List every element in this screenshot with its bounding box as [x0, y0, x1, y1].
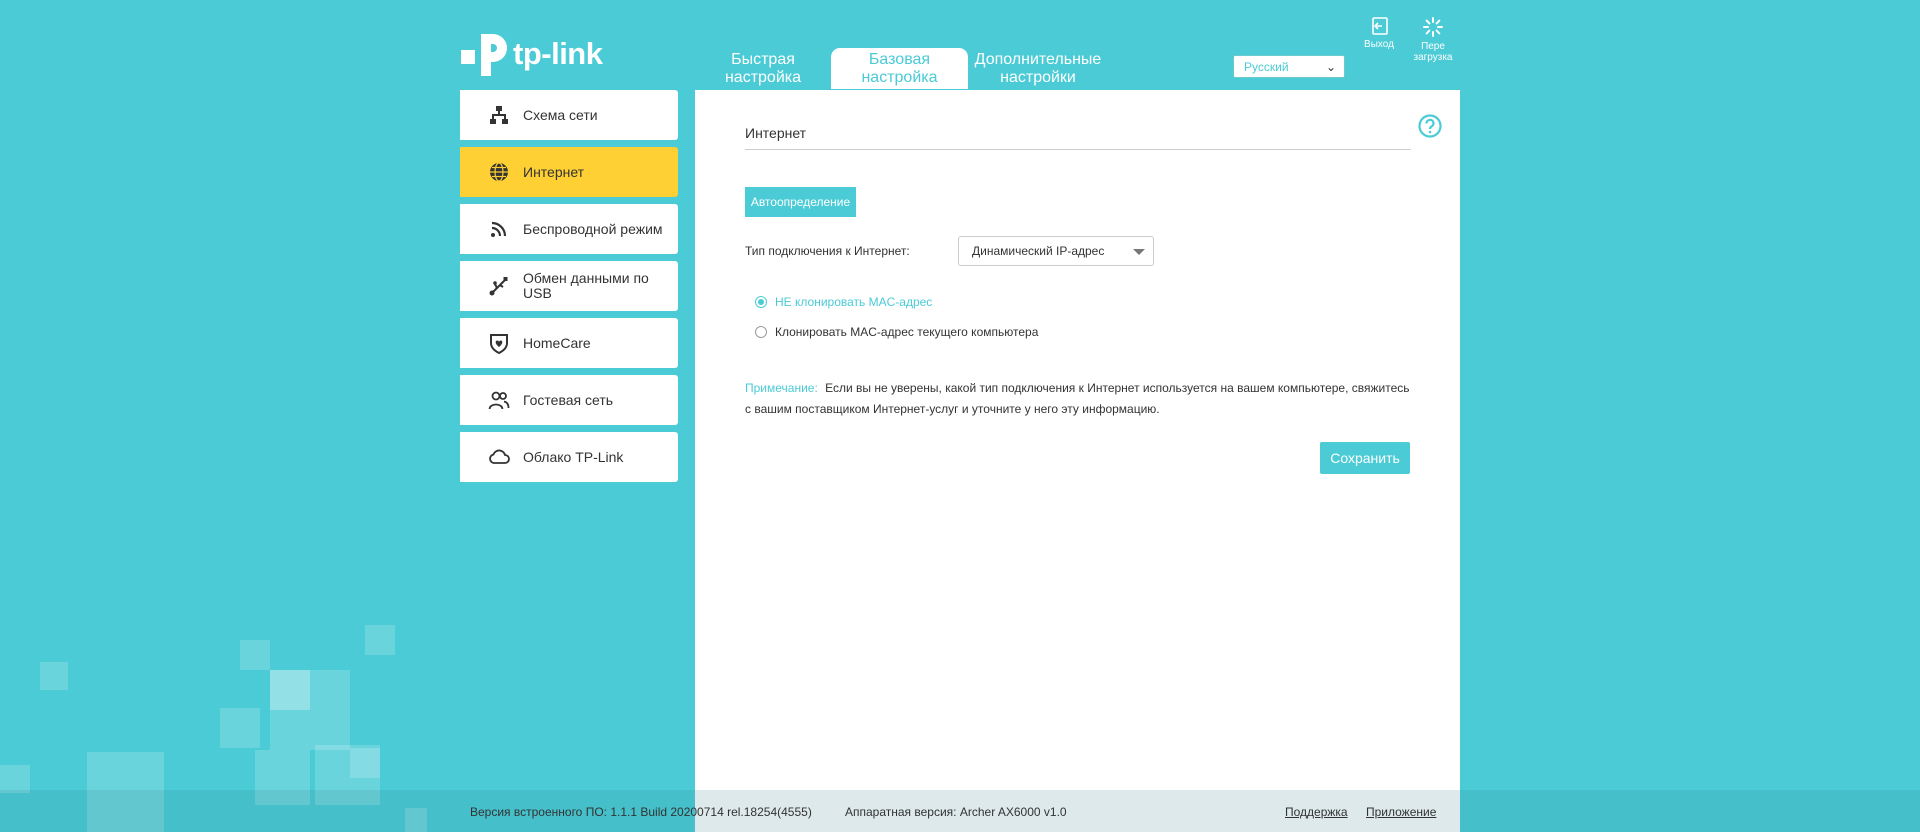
sidebar-item-cloud[interactable]: Облако TP-Link	[460, 432, 678, 482]
title-divider	[745, 149, 1411, 150]
autodetect-button[interactable]: Автоопределение	[745, 187, 856, 217]
guest-users-icon	[487, 388, 511, 412]
sidebar-item-guest-network[interactable]: Гостевая сеть	[460, 375, 678, 425]
sidebar-item-wireless[interactable]: Беспроводной режим	[460, 204, 678, 254]
connection-type-label: Тип подключения к Интернет:	[745, 244, 910, 258]
tab-advanced-label: Дополнительные настройки	[974, 50, 1102, 86]
radio-button[interactable]	[755, 326, 767, 338]
sidebar-item-label: Гостевая сеть	[523, 391, 614, 408]
language-select[interactable]: Русский ⌄	[1233, 55, 1345, 78]
sidebar-item-network-map[interactable]: Схема сети	[460, 90, 678, 140]
logout-button[interactable]: Выход	[1362, 16, 1396, 50]
tab-quick-setup[interactable]: Быстрая настройка	[710, 48, 816, 89]
sidebar-item-label: Беспроводной режим	[523, 220, 663, 237]
main-panel: Интернет Автоопределение Тип подключения…	[695, 90, 1460, 832]
radio-label: Клонировать MAC-адрес текущего компьютер…	[775, 325, 1039, 339]
tp-link-logo-icon	[461, 34, 507, 76]
radio-clone-mac[interactable]: Клонировать MAC-адрес текущего компьютер…	[755, 325, 1038, 339]
save-button[interactable]: Сохранить	[1320, 442, 1410, 474]
tp-link-logo: tp-link	[459, 28, 603, 80]
connection-type-select[interactable]: Динамический IP-адрес	[958, 236, 1154, 266]
note-label: Примечание:	[745, 381, 818, 395]
chevron-down-icon: ⌄	[1325, 60, 1336, 74]
usb-icon	[487, 274, 511, 298]
reboot-icon	[1423, 17, 1443, 37]
tab-quick-setup-label: Быстрая настройка	[724, 50, 802, 86]
sidebar-item-label: Облако TP-Link	[523, 448, 624, 465]
dropdown-arrow-icon	[1133, 249, 1145, 255]
tab-advanced[interactable]: Дополнительные настройки	[970, 48, 1106, 89]
tab-basic[interactable]: Базовая настройка	[831, 48, 968, 89]
reboot-label: Пере загрузка	[1413, 41, 1453, 63]
wireless-icon	[487, 217, 511, 241]
radio-label: НЕ клонировать MAC-адрес	[775, 295, 933, 309]
cloud-icon	[487, 445, 511, 469]
reboot-button[interactable]: Пере загрузка	[1410, 16, 1456, 63]
sidebar-item-homecare[interactable]: HomeCare	[460, 318, 678, 368]
logout-icon	[1372, 17, 1388, 35]
firmware-version: Версия встроенного ПО: 1.1.1 Build 20200…	[470, 805, 812, 819]
language-value: Русский	[1244, 60, 1289, 74]
help-icon[interactable]	[1418, 114, 1442, 138]
note-text: Если вы не уверены, какой тип подключени…	[745, 381, 1410, 416]
connection-type-value: Динамический IP-адрес	[972, 244, 1105, 258]
tab-basic-label: Базовая настройка	[861, 50, 938, 86]
globe-icon	[487, 160, 511, 184]
network-map-icon	[487, 103, 511, 127]
sidebar-item-label: Схема сети	[523, 106, 598, 123]
app-link[interactable]: Приложение	[1366, 805, 1436, 819]
sidebar-item-label: HomeCare	[523, 334, 591, 351]
homecare-shield-icon	[487, 331, 511, 355]
logout-label: Выход	[1364, 39, 1394, 50]
radio-button-checked[interactable]	[755, 296, 767, 308]
hardware-version: Аппаратная версия: Archer AX6000 v1.0	[845, 805, 1067, 819]
logo-text: tp-link	[513, 36, 603, 71]
sidebar-item-label: Обмен данными по USB	[523, 270, 649, 301]
radio-no-clone-mac[interactable]: НЕ клонировать MAC-адрес	[755, 295, 932, 309]
sidebar-item-internet[interactable]: Интернет	[460, 147, 678, 197]
page-title: Интернет	[745, 125, 807, 141]
sidebar-item-label: Интернет	[523, 163, 585, 180]
note: Примечание: Если вы не уверены, какой ти…	[745, 378, 1415, 420]
support-link[interactable]: Поддержка	[1285, 805, 1348, 819]
sidebar-item-usb[interactable]: Обмен данными по USB	[460, 261, 678, 311]
